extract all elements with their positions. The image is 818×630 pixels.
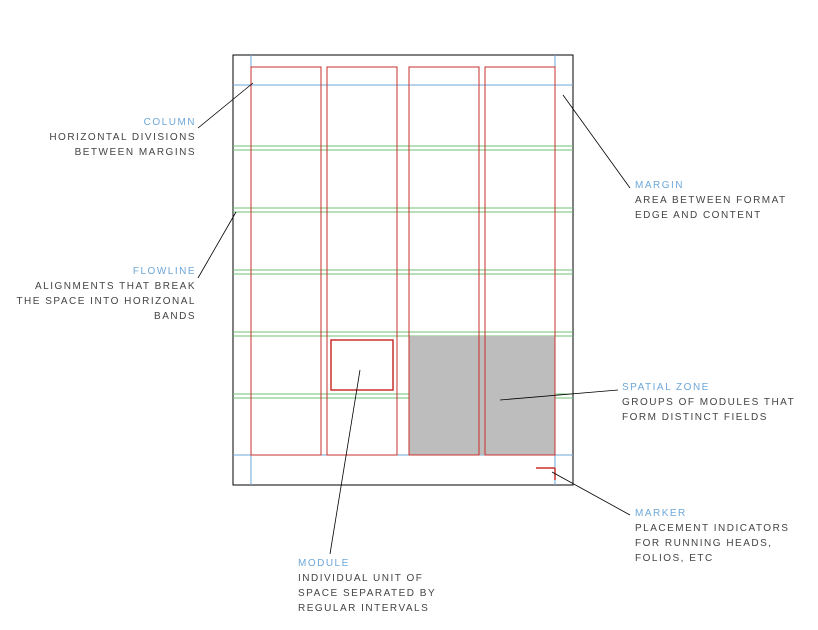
leader-lines xyxy=(198,83,630,554)
label-column: COLUMN HORIZONTAL DIVISIONS BETWEEN MARG… xyxy=(24,115,196,160)
term-column: COLUMN xyxy=(24,115,196,130)
desc-spatial: GROUPS OF MODULES THAT FORM DISTINCT FIE… xyxy=(622,395,797,425)
desc-flowline: ALIGNMENTS THAT BREAK THE SPACE INTO HOR… xyxy=(14,279,196,324)
term-spatial: SPATIAL ZONE xyxy=(622,380,797,395)
desc-margin: AREA BETWEEN FORMAT EDGE AND CONTENT xyxy=(635,193,800,223)
desc-column: HORIZONTAL DIVISIONS BETWEEN MARGINS xyxy=(24,130,196,160)
label-spatial: SPATIAL ZONE GROUPS OF MODULES THAT FORM… xyxy=(622,380,797,425)
spatial-zone xyxy=(409,336,555,455)
desc-marker: PLACEMENT INDICATORS FOR RUNNING HEADS, … xyxy=(635,521,805,566)
module-highlight xyxy=(331,340,393,390)
term-flowline: FLOWLINE xyxy=(14,264,196,279)
desc-module: INDIVIDUAL UNIT OF SPACE SEPARATED BY RE… xyxy=(298,571,468,616)
marker-tick xyxy=(536,468,555,480)
term-marker: MARKER xyxy=(635,506,805,521)
term-module: MODULE xyxy=(298,556,468,571)
label-marker: MARKER PLACEMENT INDICATORS FOR RUNNING … xyxy=(635,506,805,566)
label-margin: MARGIN AREA BETWEEN FORMAT EDGE AND CONT… xyxy=(635,178,800,223)
term-margin: MARGIN xyxy=(635,178,800,193)
label-module: MODULE INDIVIDUAL UNIT OF SPACE SEPARATE… xyxy=(298,556,468,616)
grid-anatomy-diagram: COLUMN HORIZONTAL DIVISIONS BETWEEN MARG… xyxy=(0,0,818,630)
label-flowline: FLOWLINE ALIGNMENTS THAT BREAK THE SPACE… xyxy=(14,264,196,324)
